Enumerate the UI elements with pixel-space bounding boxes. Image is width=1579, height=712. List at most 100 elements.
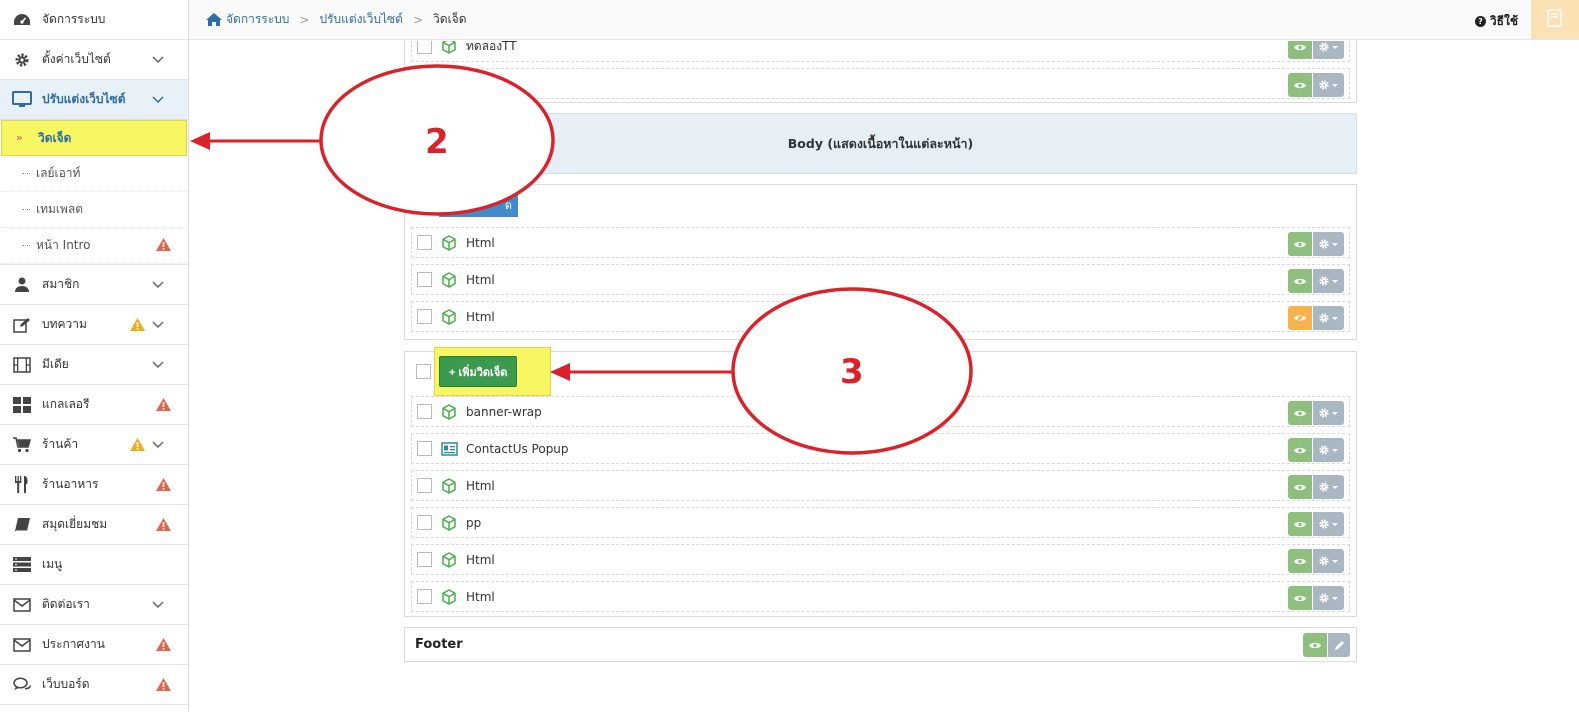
sidebar-item-menu[interactable]: เมนู — [0, 545, 188, 585]
eye-slash-icon[interactable] — [1288, 306, 1312, 330]
dashboard-icon — [12, 11, 32, 29]
widget-actions — [1288, 475, 1344, 499]
gear-dropdown-icon[interactable] — [1313, 306, 1344, 330]
pencil-icon[interactable] — [1328, 633, 1350, 657]
question-icon: ? — [1474, 16, 1486, 27]
sidebar-item-gallery[interactable]: แกลเลอรี — [0, 385, 188, 425]
widget-name: ทดลองTT — [466, 41, 517, 53]
breadcrumb-home[interactable]: จัดการระบบ — [226, 10, 289, 29]
body-widget-panel: ด Html Html Html — [404, 184, 1357, 340]
content-widget-panel: + เพิ่มวิดเจ็ด banner-wrap ContactUs Pop… — [404, 347, 1357, 617]
eye-icon[interactable] — [1288, 549, 1312, 573]
utensils-icon — [12, 476, 32, 494]
sidebar-item-members[interactable]: สมาชิก — [0, 265, 188, 305]
widget-actions — [1288, 73, 1344, 97]
eye-icon[interactable] — [1288, 401, 1312, 425]
widget-checkbox[interactable] — [417, 41, 432, 54]
eye-icon[interactable] — [1288, 269, 1312, 293]
warning-red-icon — [155, 237, 172, 255]
gear-dropdown-icon[interactable] — [1313, 73, 1344, 97]
widget-checkbox[interactable] — [417, 404, 432, 419]
double-chevron-right-icon: » — [16, 131, 23, 144]
sidebar-item-media[interactable]: มีเดีย — [0, 345, 188, 385]
manual-button[interactable] — [1531, 0, 1579, 39]
cube-icon — [440, 403, 458, 421]
sidebar-item-contact[interactable]: ติดต่อเรา — [0, 585, 188, 625]
sidebar: จัดการระบบ ตั้งค่าเว็บไซต์ ปรับแต่งเว็บไ… — [0, 0, 189, 712]
gear-dropdown-icon[interactable] — [1313, 549, 1344, 573]
gear-icon — [12, 51, 32, 69]
gear-dropdown-icon[interactable] — [1313, 438, 1344, 462]
gear-dropdown-icon[interactable] — [1313, 512, 1344, 536]
user-icon — [12, 276, 32, 294]
widget-row: banner-wrap — [411, 396, 1350, 427]
sidebar-subitem-layout[interactable]: เลย์เอาท์ — [0, 156, 188, 192]
widget-actions — [1288, 512, 1344, 536]
add-widget-button-partial[interactable]: ด — [439, 193, 518, 217]
chevron-down-icon — [152, 358, 166, 372]
sidebar-item-system[interactable]: จัดการระบบ — [0, 0, 188, 40]
widget-checkbox[interactable] — [417, 589, 432, 604]
sidebar-subitem-intro[interactable]: หน้า Intro — [0, 228, 188, 264]
widget-checkbox[interactable] — [417, 235, 432, 250]
sidebar-item-articles[interactable]: บทความ — [0, 305, 188, 345]
sidebar-item-shop[interactable]: ร้านค้า — [0, 425, 188, 465]
add-widget-button[interactable]: + เพิ่มวิดเจ็ด — [439, 356, 518, 387]
eye-icon[interactable] — [1288, 586, 1312, 610]
gear-dropdown-icon[interactable] — [1313, 401, 1344, 425]
footer-label: Footer — [415, 637, 463, 652]
sidebar-item-restaurant[interactable]: ร้านอาหาร — [0, 465, 188, 505]
eye-icon[interactable] — [1288, 41, 1312, 59]
widget-checkbox[interactable] — [417, 309, 432, 324]
widget-name: Html — [466, 272, 495, 287]
eye-icon[interactable] — [1303, 633, 1327, 657]
chevron-down-icon — [152, 318, 166, 332]
select-all-checkbox[interactable] — [416, 364, 431, 379]
gear-dropdown-icon[interactable] — [1313, 586, 1344, 610]
sidebar-item-webboard[interactable]: เว็บบอร์ด — [0, 665, 188, 705]
cart-icon — [12, 436, 32, 454]
book-icon — [1547, 9, 1563, 30]
eye-icon[interactable] — [1288, 73, 1312, 97]
panel-toolbar: + เพิ่มวิดเจ็ด — [405, 347, 1356, 396]
gear-dropdown-icon[interactable] — [1313, 475, 1344, 499]
gear-dropdown-icon[interactable] — [1313, 41, 1344, 59]
cube-icon — [440, 271, 458, 289]
eye-icon[interactable] — [1288, 512, 1312, 536]
breadcrumb-separator: > — [299, 12, 310, 27]
home-icon[interactable] — [206, 13, 222, 26]
widget-name: Html — [466, 589, 495, 604]
widget-checkbox[interactable] — [417, 441, 432, 456]
breadcrumb-customize[interactable]: ปรับแต่งเว็บไซต์ — [319, 10, 403, 29]
eye-icon[interactable] — [1288, 475, 1312, 499]
sidebar-item-site-settings[interactable]: ตั้งค่าเว็บไซต์ — [0, 40, 188, 80]
widget-row: Html — [411, 470, 1350, 501]
gear-dropdown-icon[interactable] — [1313, 232, 1344, 256]
widget-checkbox[interactable] — [417, 272, 432, 287]
widget-checkbox[interactable] — [417, 478, 432, 493]
eye-icon[interactable] — [1288, 232, 1312, 256]
widget-actions — [1288, 549, 1344, 573]
sidebar-subitem-widgets[interactable]: » วิดเจ็ด — [1, 120, 187, 156]
widget-checkbox[interactable] — [417, 515, 432, 530]
widget-checkbox[interactable] — [417, 552, 432, 567]
sidebar-item-jobs[interactable]: ประกาศงาน — [0, 625, 188, 665]
widget-actions — [1288, 306, 1344, 330]
monitor-icon — [12, 91, 32, 109]
sidebar-subitem-label: เลย์เอาท์ — [36, 166, 81, 180]
comments-icon — [12, 676, 32, 694]
sidebar-item-customize-site[interactable]: ปรับแต่งเว็บไซต์ — [0, 80, 188, 120]
warning-red-icon — [155, 397, 172, 415]
warning-yellow-icon — [129, 317, 146, 335]
widget-name: pp — [466, 515, 482, 530]
widget-row: Html — [411, 581, 1350, 612]
help-link[interactable]: ? วิธีใช้ — [1474, 12, 1518, 31]
sidebar-subitem-template[interactable]: เทมเพลต — [0, 192, 188, 228]
eye-icon[interactable] — [1288, 438, 1312, 462]
widget-row: Html — [411, 544, 1350, 575]
gear-dropdown-icon[interactable] — [1313, 269, 1344, 293]
header-widget-panel: ทดลองTT — [404, 41, 1357, 103]
breadcrumb: จัดการระบบ > ปรับแต่งเว็บไซต์ > วิดเจ็ด — [189, 10, 467, 29]
widget-name: ContactUs Popup — [466, 441, 569, 456]
sidebar-item-guestbook[interactable]: สมุดเยี่ยมชม — [0, 505, 188, 545]
